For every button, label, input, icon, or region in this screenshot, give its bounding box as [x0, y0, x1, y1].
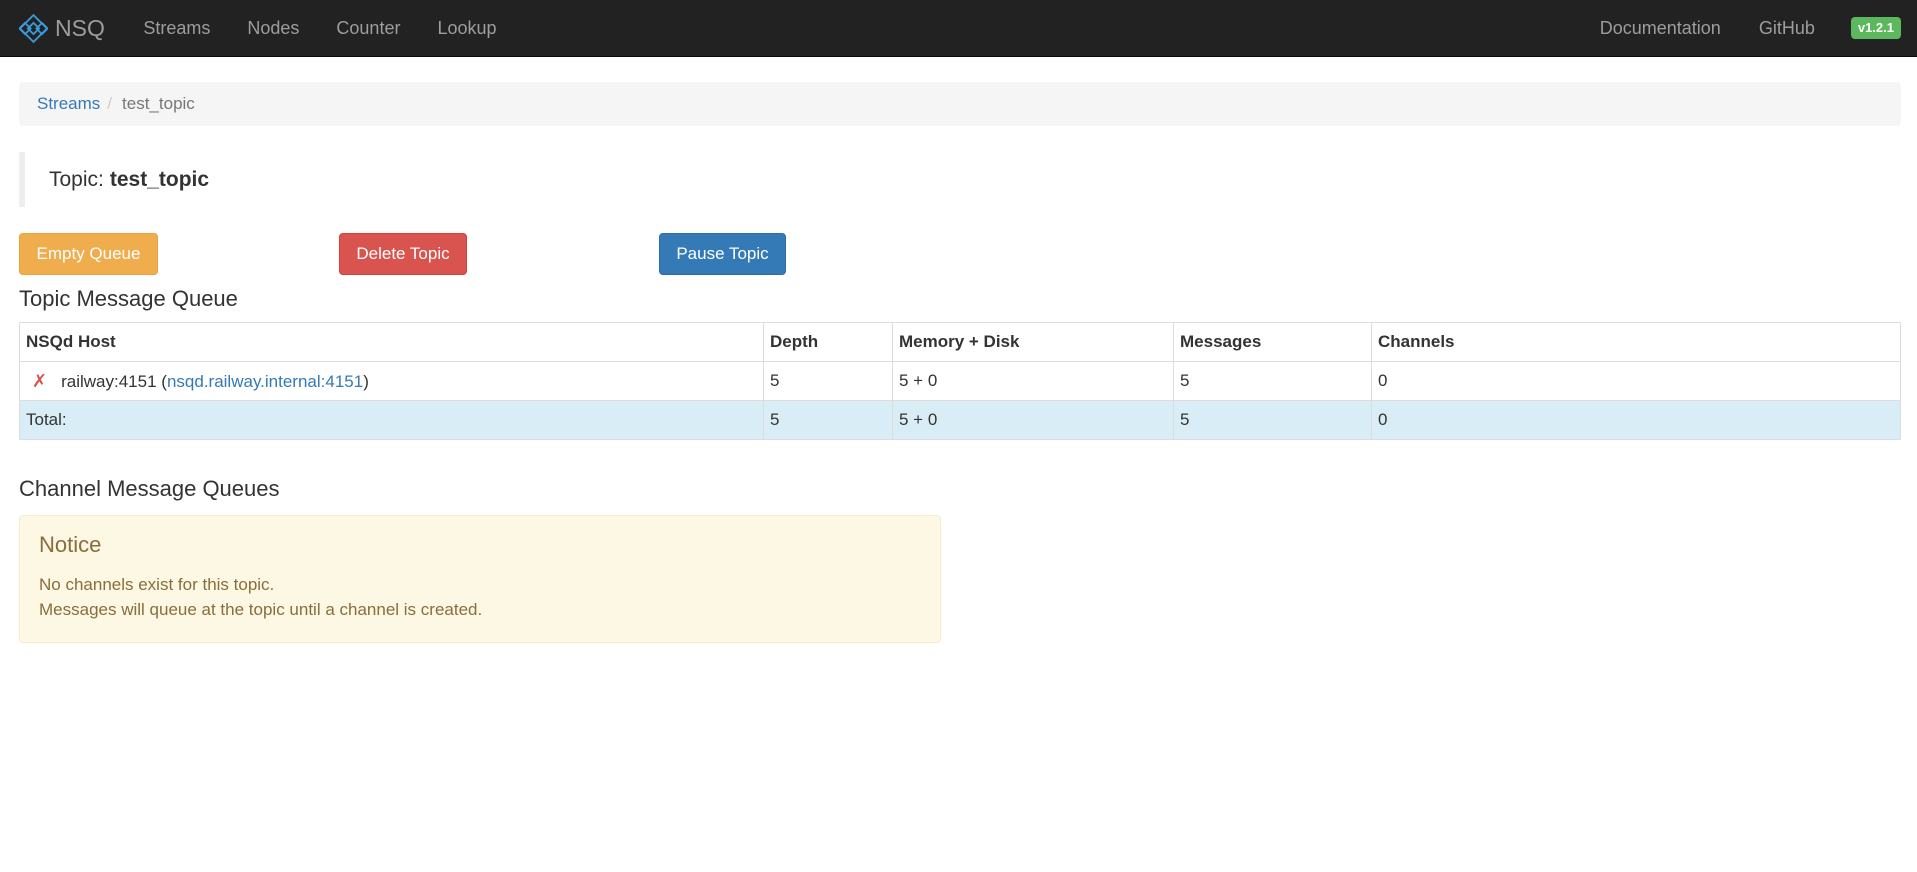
- notice-line-1: No channels exist for this topic.: [39, 575, 275, 594]
- total-memory-disk: 5 + 0: [892, 400, 1174, 440]
- host-address-link[interactable]: nsqd.railway.internal:4151: [167, 372, 363, 391]
- column-header-host: NSQd Host: [19, 322, 764, 362]
- nav-link-lookup[interactable]: Lookup: [419, 0, 515, 57]
- pause-topic-button[interactable]: Pause Topic: [659, 233, 786, 275]
- nav-link-nodes[interactable]: Nodes: [229, 0, 318, 57]
- breadcrumb: Streams / test_topic: [19, 82, 1901, 126]
- total-depth: 5: [763, 400, 893, 440]
- version-badge: v1.2.1: [1850, 16, 1901, 40]
- nav-link-counter[interactable]: Counter: [318, 0, 419, 57]
- column-header-depth: Depth: [763, 322, 893, 362]
- column-header-messages: Messages: [1173, 322, 1372, 362]
- total-messages: 5: [1173, 400, 1372, 440]
- nav-link-github[interactable]: GitHub: [1740, 0, 1834, 57]
- brand-text: NSQ: [55, 14, 105, 41]
- empty-queue-button[interactable]: Empty Queue: [19, 233, 158, 275]
- notice-alert: Notice No channels exist for this topic.…: [19, 515, 941, 643]
- column-header-memory-disk: Memory + Disk: [892, 322, 1174, 362]
- navbar-right: Documentation GitHub v1.2.1: [1581, 0, 1901, 56]
- host-cell: ✗ railway:4151 (nsqd.railway.internal:415…: [19, 361, 764, 401]
- host-close-paren: ): [363, 371, 369, 391]
- column-header-channels: Channels: [1371, 322, 1901, 362]
- memory-disk-cell: 5 + 0: [892, 361, 1174, 401]
- topic-queue-table: NSQd Host Depth Memory + Disk Messages C…: [19, 322, 1901, 440]
- navbar-left: NSQ Streams Nodes Counter Lookup: [19, 0, 515, 56]
- main-container: Streams / test_topic Topic: test_topic E…: [0, 82, 1917, 643]
- channels-cell: 0: [1371, 361, 1901, 401]
- table-row: ✗ railway:4151 (nsqd.railway.internal:415…: [19, 361, 1901, 401]
- page-title: Topic: test_topic: [19, 152, 1901, 207]
- notice-heading: Notice: [39, 532, 102, 557]
- topic-name: test_topic: [109, 167, 210, 191]
- navbar: NSQ Streams Nodes Counter Lookup Documen…: [0, 0, 1917, 57]
- notice-line-2: Messages will queue at the topic until a…: [39, 600, 483, 619]
- host-name: railway:4151: [61, 371, 157, 391]
- total-label: Total:: [19, 400, 764, 440]
- channel-queues-title: Channel Message Queues: [19, 476, 280, 501]
- nav-link-streams[interactable]: Streams: [125, 0, 229, 57]
- depth-cell: 5: [763, 361, 893, 401]
- error-x-icon: ✗: [32, 370, 48, 391]
- topic-label: Topic:: [49, 167, 104, 191]
- nav-link-documentation[interactable]: Documentation: [1581, 0, 1740, 57]
- total-row: Total: 5 5 + 0 5 0: [19, 400, 1901, 440]
- table-header-row: NSQd Host Depth Memory + Disk Messages C…: [19, 322, 1901, 362]
- total-channels: 0: [1371, 400, 1901, 440]
- delete-topic-button[interactable]: Delete Topic: [339, 233, 467, 275]
- nsq-logo-icon: [19, 13, 48, 43]
- brand-link[interactable]: NSQ: [19, 13, 105, 43]
- topic-queue-title: Topic Message Queue: [19, 286, 238, 311]
- topic-actions: Empty Queue Delete Topic Pause Topic: [19, 233, 1901, 275]
- breadcrumb-separator: /: [107, 94, 113, 113]
- breadcrumb-current: test_topic: [122, 94, 195, 113]
- breadcrumb-streams-link[interactable]: Streams: [37, 94, 100, 114]
- messages-cell: 5: [1173, 361, 1372, 401]
